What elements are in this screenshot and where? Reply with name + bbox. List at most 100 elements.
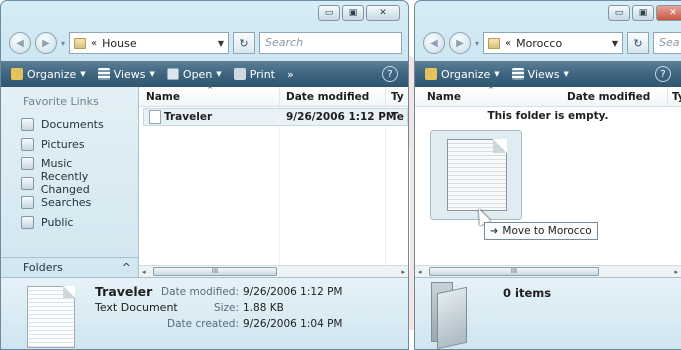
- forward-button[interactable]: ▶: [35, 32, 57, 54]
- breadcrumb-house[interactable]: House: [102, 37, 136, 50]
- sort-ascending-icon: ^: [488, 86, 494, 94]
- details-pane: Traveler Text Document Date modified: 9/…: [1, 277, 408, 349]
- views-icon: [97, 68, 110, 80]
- minimize-button[interactable]: ▭: [318, 5, 340, 21]
- maximize-button[interactable]: ▣: [632, 5, 654, 21]
- scroll-right-arrow[interactable]: ▸: [674, 268, 678, 276]
- organize-menu[interactable]: Organize ▼: [425, 68, 500, 81]
- scroll-thumb[interactable]: III: [153, 267, 277, 276]
- print-label: Print: [249, 67, 275, 81]
- search-input[interactable]: Sea: [653, 32, 681, 54]
- chevron-down-icon: ▼: [80, 70, 86, 78]
- views-menu[interactable]: Views ▼: [511, 68, 569, 81]
- scroll-left-arrow[interactable]: ◂: [142, 268, 146, 276]
- item-count: 0 items: [503, 286, 552, 300]
- drag-tooltip-text: Move to Morocco: [502, 225, 592, 237]
- column-name[interactable]: Name: [146, 91, 180, 103]
- text-file-icon: [149, 110, 161, 124]
- fav-link-label: Pictures: [41, 137, 85, 151]
- fav-link-label: Music: [41, 157, 73, 171]
- address-bar[interactable]: « Morocco ▼: [483, 32, 624, 54]
- back-button[interactable]: ◀: [423, 32, 445, 54]
- date-created-label: Date created:: [167, 318, 239, 330]
- drag-tooltip: ➜ Move to Morocco: [484, 222, 598, 240]
- size-label: Size:: [213, 302, 239, 314]
- favorite-links-list: Documents Pictures Music Recently Change…: [21, 115, 138, 232]
- sort-ascending-icon: ^: [207, 86, 213, 94]
- more-commands-button[interactable]: »: [287, 68, 294, 81]
- breadcrumb-overflow[interactable]: «: [91, 38, 97, 49]
- music-icon: [21, 157, 34, 171]
- open-menu[interactable]: Open ▼: [166, 67, 222, 81]
- fav-link-recently-changed[interactable]: Recently Changed: [21, 170, 138, 196]
- date-modified-value: 9/26/2006 1:12 PM: [243, 286, 343, 298]
- address-row: ◀ ▶ ▾ « House ▼ ↻ Search: [9, 31, 403, 55]
- open-label: Open: [182, 67, 213, 81]
- organize-menu[interactable]: Organize ▼: [11, 68, 86, 81]
- breadcrumb-overflow[interactable]: «: [505, 38, 511, 49]
- recent-pages-dropdown[interactable]: ▾: [475, 39, 479, 48]
- file-row-traveler[interactable]: Traveler 9/26/2006 1:12 PM Te: [143, 108, 408, 126]
- fav-link-label: Searches: [41, 196, 92, 210]
- column-type[interactable]: Ty: [672, 91, 681, 103]
- scroll-thumb[interactable]: III: [429, 267, 599, 276]
- search-input[interactable]: Search: [259, 32, 403, 54]
- scroll-left-arrow[interactable]: ◂: [418, 268, 422, 276]
- print-button[interactable]: Print: [233, 67, 275, 81]
- date-modified-label: Date modified:: [161, 286, 239, 298]
- fav-link-public[interactable]: Public: [21, 213, 138, 233]
- horizontal-scrollbar[interactable]: ◂ III ▸: [139, 265, 408, 277]
- fav-link-label: Recently Changed: [40, 170, 90, 197]
- column-name[interactable]: Name: [427, 91, 461, 103]
- file-list: Name ^ Date modified Ty Traveler 9/26/20…: [139, 86, 408, 277]
- address-dropdown-icon[interactable]: ▼: [218, 39, 224, 48]
- minimize-button[interactable]: ▭: [608, 5, 630, 21]
- organize-label: Organize: [27, 67, 77, 81]
- column-date-modified[interactable]: Date modified: [286, 91, 369, 103]
- forward-button[interactable]: ▶: [449, 32, 471, 54]
- help-icon[interactable]: ?: [655, 66, 671, 82]
- close-button[interactable]: ✕: [656, 5, 681, 21]
- folders-label: Folders: [23, 261, 63, 274]
- address-bar[interactable]: « House ▼: [69, 32, 230, 54]
- column-type[interactable]: Ty: [391, 91, 404, 103]
- recent-pages-dropdown[interactable]: ▾: [61, 39, 65, 48]
- public-icon: [21, 215, 34, 229]
- fav-link-documents[interactable]: Documents: [21, 115, 138, 135]
- command-bar: Organize ▼ Views ▼ ?: [415, 61, 681, 87]
- close-button[interactable]: ✕: [366, 5, 400, 21]
- refresh-button[interactable]: ↻: [627, 32, 650, 54]
- address-dropdown-icon[interactable]: ▼: [612, 39, 618, 48]
- maximize-button[interactable]: ▣: [342, 5, 364, 21]
- size-value: 1.88 KB: [243, 302, 284, 314]
- column-headers: Name ^ Date modified Ty: [415, 86, 681, 107]
- back-button[interactable]: ◀: [9, 32, 31, 54]
- move-arrow-icon: ➜: [490, 225, 499, 237]
- chevron-down-icon: ▼: [149, 70, 155, 78]
- searches-icon: [21, 196, 34, 210]
- chevron-up-icon: ^: [121, 261, 131, 274]
- horizontal-scrollbar[interactable]: ◂ III ▸: [415, 265, 681, 277]
- file-date-modified: 9/26/2006 1:12 PM: [286, 111, 397, 123]
- more-commands-label: »: [287, 67, 294, 81]
- favorite-links-heading: Favorite Links: [23, 95, 99, 108]
- navigation-pane: Favorite Links Documents Pictures Music …: [1, 87, 139, 277]
- address-row: ◀ ▶ ▾ « Morocco ▼ ↻ Sea: [423, 31, 681, 55]
- views-menu[interactable]: Views ▼: [97, 68, 155, 81]
- empty-folder-icon: [429, 282, 469, 349]
- file-type: Te: [391, 111, 404, 123]
- documents-icon: [21, 118, 34, 132]
- caption-buttons: ▭ ▣ ✕: [608, 5, 681, 21]
- refresh-button[interactable]: ↻: [233, 32, 256, 54]
- scroll-right-arrow[interactable]: ▸: [401, 268, 405, 276]
- folders-toggle[interactable]: Folders ^: [1, 257, 139, 277]
- printer-icon: [233, 68, 246, 80]
- fav-link-pictures[interactable]: Pictures: [21, 135, 138, 155]
- folder-icon: [74, 37, 87, 49]
- drag-ghost-file: [430, 130, 522, 220]
- pictures-icon: [21, 137, 34, 151]
- breadcrumb-morocco[interactable]: Morocco: [516, 37, 562, 50]
- fav-link-label: Documents: [41, 118, 104, 132]
- help-icon[interactable]: ?: [382, 66, 398, 82]
- column-date-modified[interactable]: Date modified: [567, 91, 650, 103]
